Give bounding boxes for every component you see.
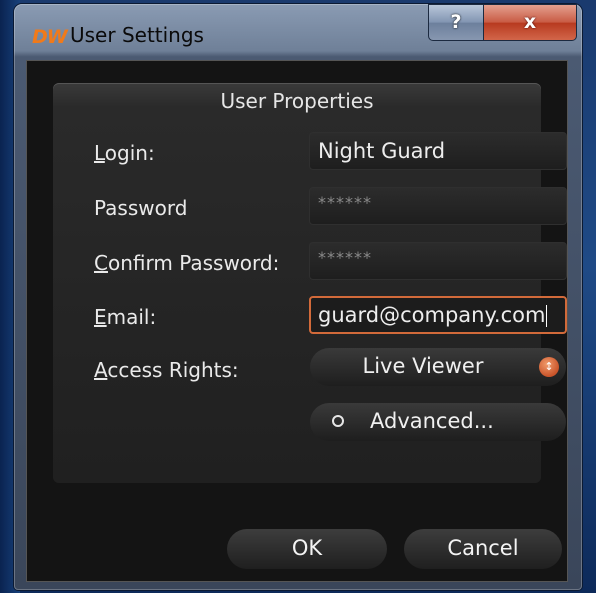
- close-button[interactable]: x: [483, 4, 577, 41]
- window-title: User Settings: [70, 23, 204, 47]
- password-field[interactable]: ******: [309, 187, 567, 225]
- ok-button[interactable]: OK: [227, 529, 387, 569]
- circle-icon: [332, 415, 344, 427]
- app-logo-icon: DW: [32, 26, 68, 48]
- email-label: Email:: [94, 305, 156, 329]
- login-label: Login:: [94, 141, 155, 165]
- user-properties-group: User Properties Login: Night Guard Passw…: [53, 83, 567, 483]
- email-field[interactable]: guard@company.com: [309, 296, 567, 334]
- password-label: Password: [94, 196, 188, 220]
- help-button[interactable]: ?: [428, 4, 484, 41]
- confirm-password-label-accel: C: [94, 251, 108, 275]
- advanced-button[interactable]: Advanced...: [310, 403, 566, 441]
- group-title: User Properties: [220, 89, 374, 113]
- access-rights-label-accel: A: [94, 358, 108, 382]
- user-settings-dialog: DW User Settings ? x User Properties Log…: [14, 4, 582, 590]
- confirm-password-label-rest: onfirm Password:: [107, 251, 280, 275]
- login-label-rest: ogin:: [104, 141, 155, 165]
- title-bar[interactable]: DW User Settings ? x: [14, 4, 582, 60]
- email-field-value: guard@company.com: [318, 303, 546, 327]
- login-field[interactable]: Night Guard: [309, 132, 567, 170]
- email-label-rest: mail:: [106, 305, 157, 329]
- dialog-client-area: User Properties Login: Night Guard Passw…: [26, 60, 568, 582]
- confirm-password-label: Confirm Password:: [94, 251, 279, 275]
- login-label-accel: L: [94, 141, 105, 165]
- access-rights-label: Access Rights:: [94, 358, 239, 382]
- email-label-accel: E: [94, 305, 107, 329]
- access-rights-label-rest: ccess Rights:: [107, 358, 239, 382]
- advanced-button-label: Advanced...: [370, 409, 494, 433]
- text-caret: [546, 305, 548, 327]
- access-rights-select[interactable]: Live Viewer ↕: [310, 348, 566, 386]
- cancel-button[interactable]: Cancel: [404, 529, 562, 569]
- confirm-password-field[interactable]: ******: [309, 242, 567, 280]
- access-rights-selected: Live Viewer: [362, 354, 484, 378]
- spinner-updown-icon[interactable]: ↕: [539, 357, 559, 377]
